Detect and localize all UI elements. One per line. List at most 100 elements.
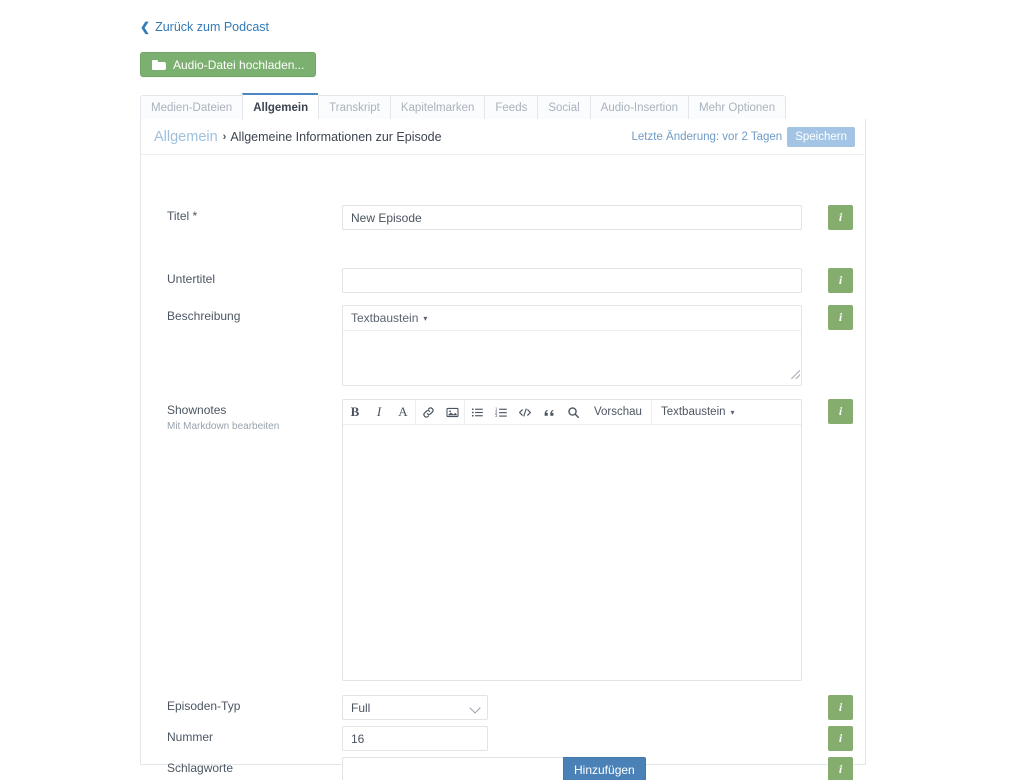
label-col: Untertitel (167, 268, 342, 287)
episode-edit-page: ❮ Zurück zum Podcast Audio-Datei hochlad… (0, 0, 1024, 780)
shownotes-info-button[interactable]: i (828, 399, 853, 424)
heading-icon[interactable]: A (391, 400, 415, 424)
toolbar-group-text: B I A (343, 400, 416, 424)
tab-mehr-optionen[interactable]: Mehr Optionen (688, 95, 787, 119)
chevron-left-icon: ❮ (140, 20, 151, 34)
tab-kapitelmarken[interactable]: Kapitelmarken (389, 95, 485, 119)
tab-label: Allgemein (253, 101, 309, 114)
toolbar-group-snippet: Textbaustein ▾ (652, 400, 744, 424)
tab-label: Transkript (329, 101, 380, 114)
panel-header-actions: Letzte Änderung: vor 2 Tagen Speichern (631, 126, 855, 147)
shownotes-snippet-dropdown[interactable]: Textbaustein ▾ (652, 400, 744, 424)
tab-label: Audio-Insertion (600, 101, 679, 114)
shownotes-textarea[interactable] (343, 425, 801, 675)
tab-bar: Medien-Dateien Allgemein Transkript Kapi… (140, 93, 787, 120)
control-col: i (342, 205, 865, 230)
shownotes-sub-label: Mit Markdown bearbeiten (167, 421, 280, 432)
tags-label: Schlagworte (167, 761, 234, 775)
back-to-podcast-label: Zurück zum Podcast (155, 20, 269, 34)
image-icon[interactable] (440, 400, 464, 424)
toolbar-group-lists: 1 2 3 Vorschau (465, 400, 652, 424)
tab-label: Kapitelmarken (400, 101, 475, 114)
quote-icon[interactable] (537, 400, 561, 424)
description-label: Beschreibung (167, 309, 241, 323)
label-col: Schlagworte (167, 757, 342, 776)
tab-audio-insertion[interactable]: Audio-Insertion (589, 95, 689, 119)
bold-icon[interactable]: B (343, 400, 367, 424)
field-row-number: Nummer i (141, 726, 865, 751)
link-icon[interactable] (416, 400, 440, 424)
numbered-list-icon[interactable]: 1 2 3 (489, 400, 513, 424)
episode-type-info-button[interactable]: i (828, 695, 853, 720)
title-info-button[interactable]: i (828, 205, 853, 230)
tab-label: Mehr Optionen (699, 101, 776, 114)
description-snippet-label: Textbaustein (351, 311, 419, 325)
number-label: Nummer (167, 730, 214, 744)
add-tag-label: Hinzufügen (574, 762, 635, 777)
panel-header: Allgemein › Allgemeine Informationen zur… (141, 119, 865, 155)
title-input[interactable] (342, 205, 802, 230)
tab-social[interactable]: Social (537, 95, 590, 119)
tags-input[interactable] (342, 757, 564, 780)
episode-type-select[interactable]: Full (342, 695, 488, 720)
tab-allgemein[interactable]: Allgemein (242, 93, 319, 120)
toolbar-group-insert (416, 400, 465, 424)
field-row-shownotes: Shownotes Mit Markdown bearbeiten B I A (141, 399, 865, 681)
upload-audio-label: Audio-Datei hochladen... (173, 57, 305, 72)
field-row-title: Titel * i (141, 205, 865, 230)
breadcrumb-parent[interactable]: Allgemein (154, 129, 218, 145)
add-tag-button[interactable]: Hinzufügen (563, 757, 646, 780)
field-row-subtitle: Untertitel i (141, 268, 865, 293)
description-editor: Textbaustein ▾ (342, 305, 802, 386)
last-change-label: Letzte Änderung: vor 2 Tagen (631, 130, 783, 143)
description-editor-toolbar: Textbaustein ▾ (343, 306, 801, 331)
subtitle-label: Untertitel (167, 272, 216, 286)
description-textarea[interactable] (343, 331, 801, 380)
shownotes-snippet-label: Textbaustein (660, 406, 726, 418)
number-info-button[interactable]: i (828, 726, 853, 751)
title-label: Titel * (167, 209, 198, 223)
tags-info-button[interactable]: i (828, 757, 853, 780)
save-button-label: Speichern (795, 130, 847, 143)
breadcrumb-separator-icon: › (222, 130, 227, 143)
subtitle-info-button[interactable]: i (828, 268, 853, 293)
episode-type-select-wrap: Full (342, 695, 488, 720)
tab-label: Medien-Dateien (151, 101, 233, 114)
subtitle-input[interactable] (342, 268, 802, 293)
italic-icon[interactable]: I (367, 400, 391, 424)
shownotes-editor: B I A 1 2 3 Vorschau Textbaustein ▾ (342, 399, 802, 681)
tab-transkript[interactable]: Transkript (318, 95, 390, 119)
tab-label: Feeds (495, 101, 528, 114)
tab-medien-dateien[interactable]: Medien-Dateien (140, 95, 243, 119)
svg-text:3: 3 (495, 413, 498, 418)
description-info-button[interactable]: i (828, 305, 853, 330)
bulleted-list-icon[interactable] (465, 400, 489, 424)
control-col: Hinzufügen i (342, 757, 865, 780)
description-snippet-dropdown[interactable]: Textbaustein ▾ (351, 311, 427, 325)
number-input[interactable] (342, 726, 488, 751)
episode-form: Titel * i Untertitel i (141, 155, 865, 780)
tags-input-group: Hinzufügen (342, 757, 865, 780)
back-to-podcast-link[interactable]: ❮ Zurück zum Podcast (140, 20, 269, 34)
tab-label: Social (548, 101, 580, 114)
label-col: Episoden-Typ (167, 695, 342, 714)
save-button[interactable]: Speichern (787, 126, 855, 147)
field-row-episode-type: Episoden-Typ Full i (141, 695, 865, 720)
label-col: Beschreibung (167, 305, 342, 324)
control-col: i (342, 726, 865, 751)
shownotes-toolbar: B I A 1 2 3 Vorschau Textbaustein ▾ (343, 400, 801, 425)
tab-feeds[interactable]: Feeds (484, 95, 538, 119)
label-col: Titel * (167, 205, 342, 224)
shownotes-preview-button[interactable]: Vorschau (585, 400, 651, 424)
control-col: Textbaustein ▾ i (342, 305, 865, 386)
shownotes-label: Shownotes (167, 403, 227, 417)
upload-audio-button[interactable]: Audio-Datei hochladen... (140, 52, 317, 77)
chevron-down-icon: ▾ (423, 313, 428, 323)
field-row-tags: Schlagworte Hinzufügen i (141, 757, 865, 780)
code-icon[interactable] (513, 400, 537, 424)
breadcrumb-current: Allgemeine Informationen zur Episode (230, 129, 442, 144)
search-icon[interactable] (561, 400, 585, 424)
content-panel: Allgemein › Allgemeine Informationen zur… (140, 119, 866, 780)
label-col: Nummer (167, 726, 342, 745)
label-col: Shownotes Mit Markdown bearbeiten (167, 399, 342, 434)
